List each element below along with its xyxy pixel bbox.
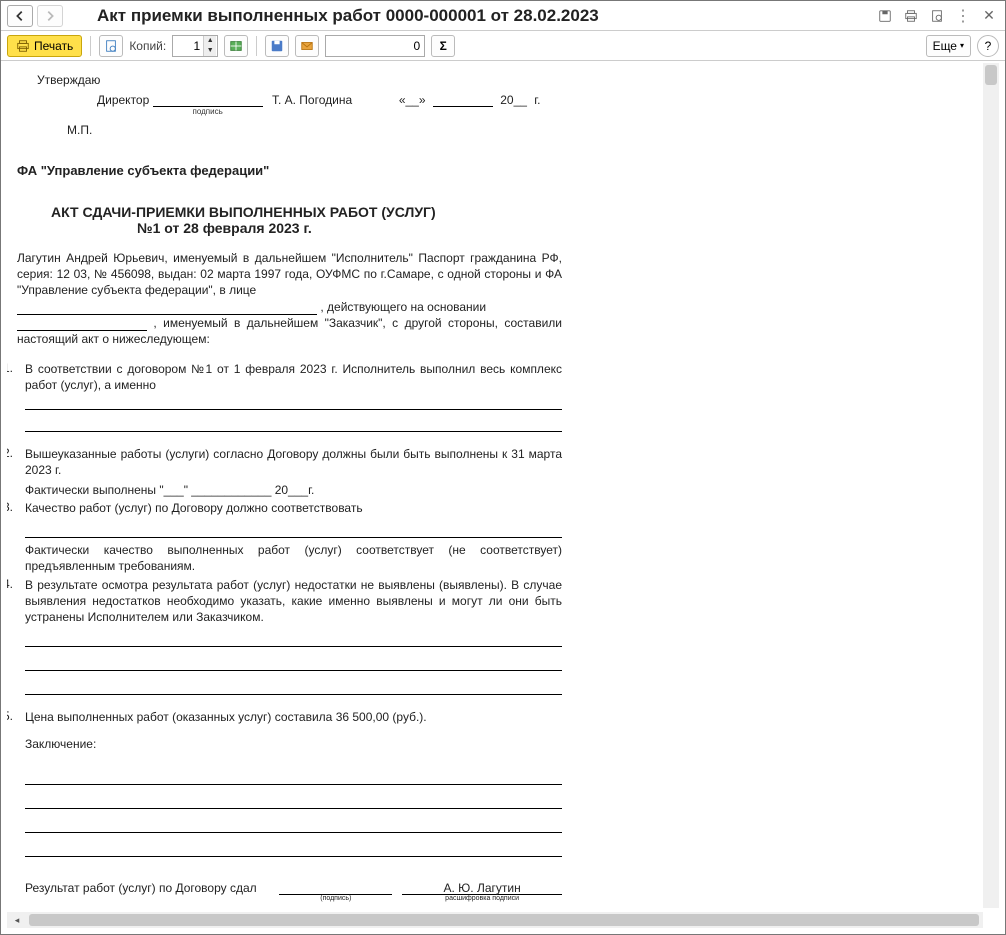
print-icon[interactable] (901, 6, 921, 26)
mail-button[interactable] (295, 35, 319, 57)
org-name: ФА "Управление субъекта федерации" (17, 163, 937, 178)
save-button[interactable] (265, 35, 289, 57)
close-icon[interactable]: ✕ (979, 6, 999, 26)
sign-field-sent: (подпись) (279, 881, 392, 895)
director-sign-sub: подпись (153, 107, 263, 116)
kebab-icon[interactable]: ⋮ (953, 6, 973, 26)
sign-sent-label: Результат работ (услуг) по Договору сдал (25, 881, 269, 895)
chevron-down-icon: ▾ (960, 41, 964, 50)
copies-label: Копий: (129, 39, 166, 53)
help-button[interactable]: ? (977, 35, 999, 57)
scrollbar-horizontal[interactable]: ◂ (7, 912, 983, 928)
toolbar: Печать Копий: 1 ▲▼ 0 Σ Еще ▾ ? (1, 31, 1005, 61)
sum-button[interactable]: Σ (431, 35, 455, 57)
director-line: Директор подпись Т. А. Погодина «__» 20_… (17, 93, 937, 107)
template-button[interactable] (224, 35, 248, 57)
date-quote-open: «__» (399, 93, 426, 107)
list-item-3: 3. Качество работ (услуг) по Договору до… (7, 500, 562, 575)
scrollbar-vertical[interactable] (983, 63, 999, 908)
nav-back-button[interactable] (7, 5, 33, 27)
copies-input[interactable]: 1 ▲▼ (172, 35, 218, 57)
conclusion-label: Заключение: (25, 737, 562, 751)
approve-label: Утверждаю (17, 73, 937, 87)
page-title: Акт приемки выполненных работ 0000-00000… (97, 6, 875, 26)
document-viewport: Утверждаю Директор подпись Т. А. Погодин… (7, 63, 999, 928)
act-subtitle: №1 от 28 февраля 2023 г. (17, 220, 562, 236)
list-item-2: 2. Вышеуказанные работы (услуги) согласн… (7, 446, 562, 499)
date-year-suffix: г. (534, 93, 540, 107)
stamp-mp: М.П. (17, 123, 937, 137)
list-item-5: 5. Цена выполненных работ (оказанных усл… (7, 709, 562, 725)
more-label: Еще (933, 39, 957, 53)
num-value: 0 (414, 39, 421, 53)
preview-icon[interactable] (927, 6, 947, 26)
date-year-prefix: 20__ (500, 93, 527, 107)
list-item-1: 1. В соответствии с договором №1 от 1 фе… (7, 361, 562, 431)
print-button[interactable]: Печать (7, 35, 82, 57)
window-frame: Акт приемки выполненных работ 0000-00000… (0, 0, 1006, 935)
more-button[interactable]: Еще ▾ (926, 35, 971, 57)
num-field[interactable]: 0 (325, 35, 425, 57)
director-label: Директор (97, 93, 149, 107)
preview-button[interactable] (99, 35, 123, 57)
intro-paragraph: Лагутин Андрей Юрьевич, именуемый в даль… (17, 250, 562, 347)
decode-field-sent: А. Ю. Лагутин расшифровка подписи (402, 881, 562, 895)
print-button-label: Печать (34, 39, 73, 53)
titlebar: Акт приемки выполненных работ 0000-00000… (1, 1, 1005, 31)
director-name: Т. А. Погодина (272, 93, 352, 107)
save-icon[interactable] (875, 6, 895, 26)
act-title: АКТ СДАЧИ-ПРИЕМКИ ВЫПОЛНЕННЫХ РАБОТ (УСЛ… (17, 204, 562, 220)
nav-forward-button[interactable] (37, 5, 63, 27)
list-item-4: 4. В результате осмотра результата работ… (7, 577, 562, 696)
